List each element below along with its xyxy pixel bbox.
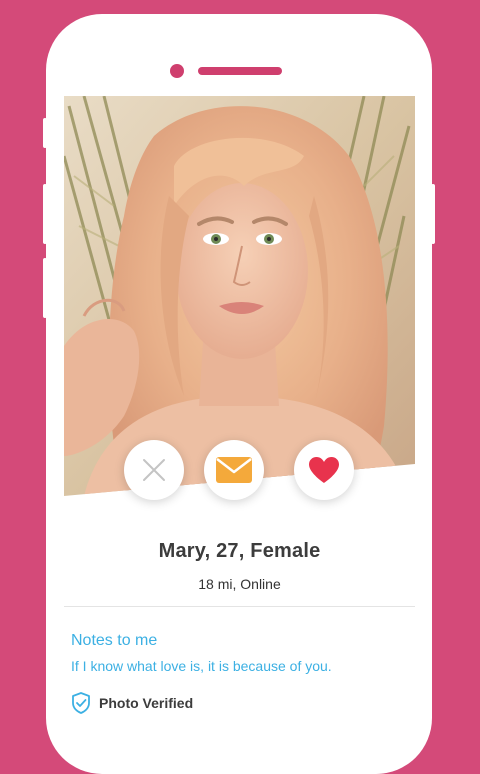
notes-title: Notes to me	[71, 632, 158, 649]
heart-icon	[309, 457, 339, 483]
phone-side-button-power	[431, 184, 435, 244]
close-icon	[143, 459, 165, 481]
phone-side-button-silent	[43, 118, 47, 148]
profile-name-age-gender: Mary, 27, Female	[158, 540, 321, 562]
envelope-icon	[216, 457, 252, 483]
photo-verified-label: Photo Verified	[99, 695, 194, 711]
like-button[interactable]	[294, 440, 354, 500]
profile-distance-status: 18 mi, Online	[198, 576, 281, 592]
message-button[interactable]	[204, 440, 264, 500]
shield-check-icon	[72, 692, 90, 714]
photo-verified-badge: Photo Verified	[71, 692, 193, 714]
front-camera	[170, 64, 184, 78]
profile-photo[interactable]	[64, 96, 415, 496]
app-screen: Mary, 27, Female 18 mi, Online Notes to …	[64, 96, 415, 714]
phone-side-button-volume-down	[43, 258, 47, 318]
pass-button[interactable]	[124, 440, 184, 500]
section-divider	[64, 606, 415, 607]
profile-photo-illustration	[64, 96, 415, 496]
earpiece-speaker	[198, 67, 282, 75]
phone-side-button-volume-up	[43, 184, 47, 244]
notes-text: If I know what love is, it is because of…	[71, 658, 332, 674]
